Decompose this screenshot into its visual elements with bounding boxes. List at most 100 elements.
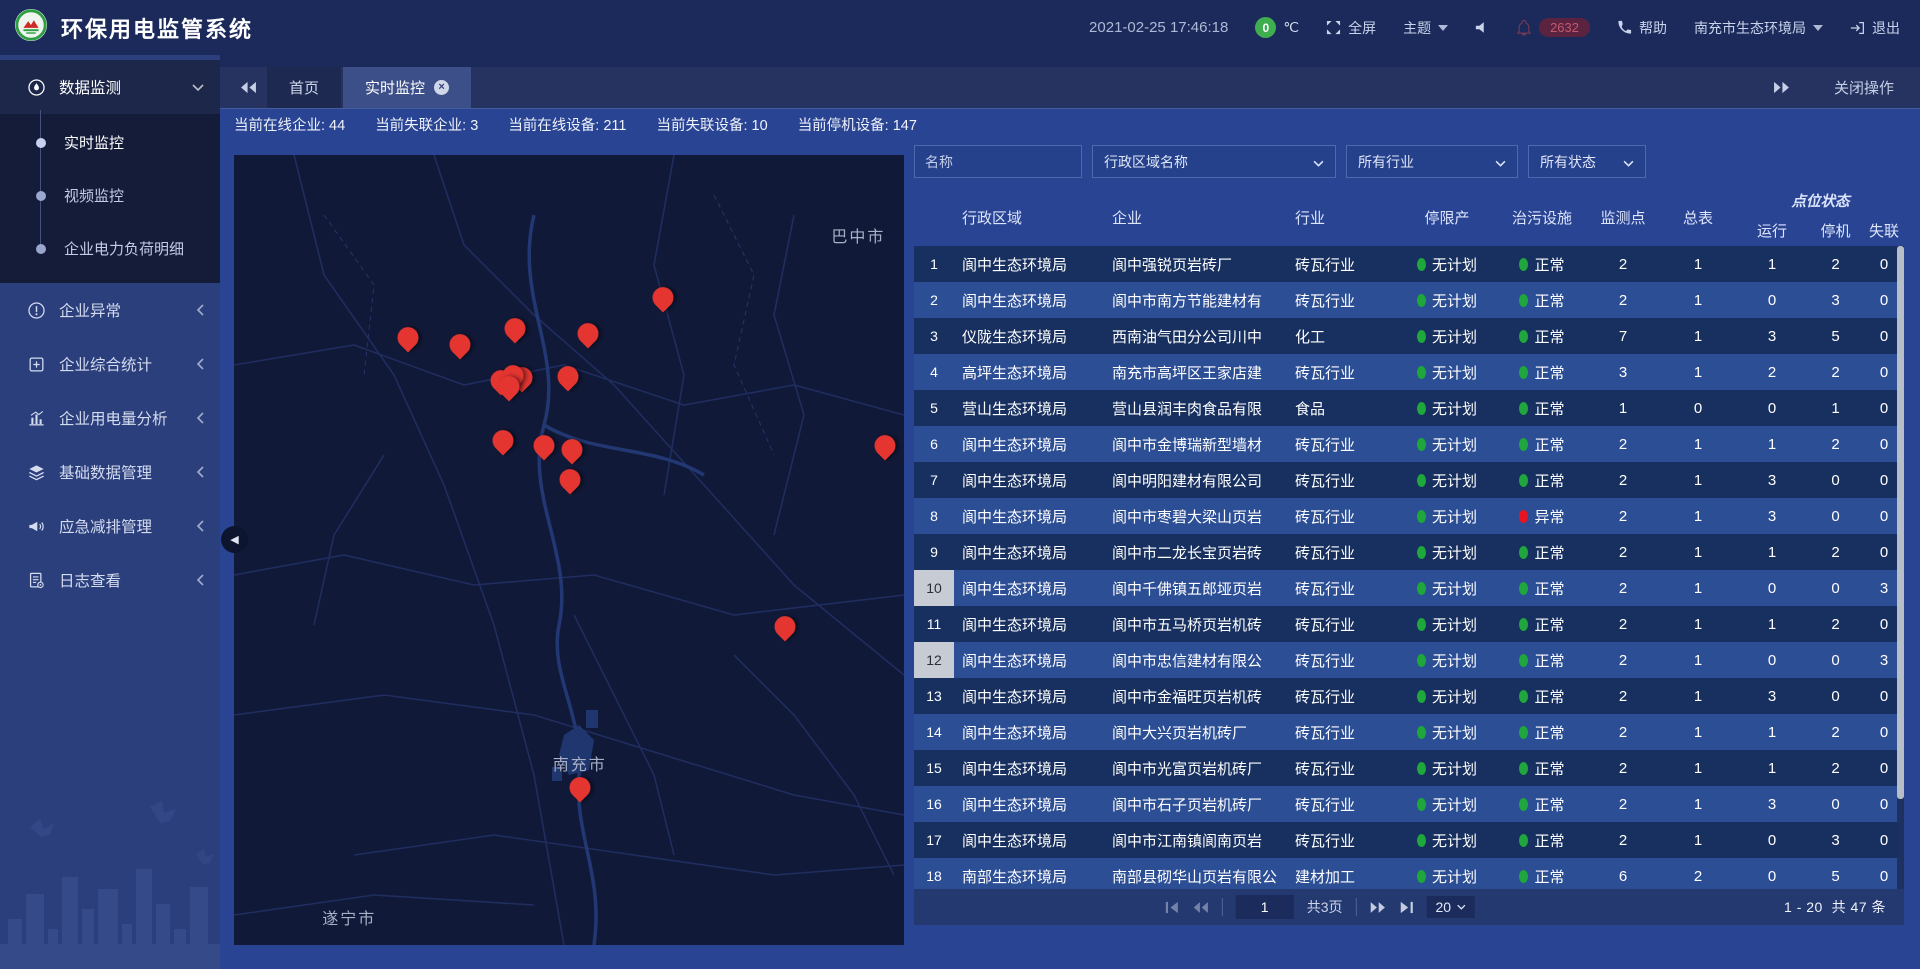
table-row[interactable]: 17阆中生态环境局阆中市江南镇阆南页岩砖瓦行业无计划正常21030 bbox=[914, 822, 1904, 858]
cell-stop-count: 3 bbox=[1807, 282, 1864, 318]
logout-label: 退出 bbox=[1872, 18, 1900, 38]
table-row[interactable]: 12阆中生态环境局阆中市忠信建材有限公砖瓦行业无计划正常21003 bbox=[914, 642, 1904, 678]
table-row[interactable]: 13阆中生态环境局阆中市金福旺页岩机砖砖瓦行业无计划正常21300 bbox=[914, 678, 1904, 714]
cell-run-count: 1 bbox=[1737, 426, 1807, 462]
cell-industry: 砖瓦行业 bbox=[1287, 570, 1397, 606]
table-row[interactable]: 2阆中生态环境局阆中市南方节能建材有砖瓦行业无计划正常21030 bbox=[914, 282, 1904, 318]
table-scrollbar-thumb[interactable] bbox=[1897, 246, 1904, 799]
table-row[interactable]: 9阆中生态环境局阆中市二龙长宝页岩砖砖瓦行业无计划正常21120 bbox=[914, 534, 1904, 570]
cell-stop-count: 2 bbox=[1807, 534, 1864, 570]
table-row[interactable]: 10阆中生态环境局阆中千佛镇五郎垭页岩砖瓦行业无计划正常21003 bbox=[914, 570, 1904, 606]
treatment-label: 正常 bbox=[1534, 326, 1564, 347]
cell-production-status: 无计划 bbox=[1397, 570, 1497, 606]
cell-production-status: 无计划 bbox=[1397, 426, 1497, 462]
table-row[interactable]: 14阆中生态环境局阆中大兴页岩机砖厂砖瓦行业无计划正常21120 bbox=[914, 714, 1904, 750]
chevron-down-icon bbox=[1623, 154, 1634, 170]
user-dropdown[interactable]: 南充市生态环境局 bbox=[1694, 18, 1823, 38]
table-row[interactable]: 1阆中生态环境局阆中强锐页岩砖厂砖瓦行业无计划正常21120 bbox=[914, 246, 1904, 282]
app-title: 环保用电监管系统 bbox=[61, 12, 253, 44]
cell-run-count: 3 bbox=[1737, 318, 1807, 354]
tab-2[interactable]: 实时监控× bbox=[343, 67, 471, 108]
map-canvas[interactable]: 巴中市南充市遂宁市 bbox=[234, 155, 904, 945]
region-select[interactable]: 行政区域名称 bbox=[1092, 145, 1336, 178]
table-row[interactable]: 8阆中生态环境局阆中市枣碧大梁山页岩砖瓦行业无计划异常21300 bbox=[914, 498, 1904, 534]
submenu-dot-icon bbox=[36, 138, 46, 148]
header-cell-4: 停限产 bbox=[1397, 207, 1497, 228]
production-label: 无计划 bbox=[1432, 254, 1477, 275]
notification-button[interactable]: 2632 bbox=[1516, 18, 1590, 37]
cell-treatment-status: 正常 bbox=[1497, 354, 1587, 390]
first-page-button[interactable] bbox=[1165, 901, 1180, 914]
sidebar-item-7[interactable]: 日志查看 bbox=[0, 553, 220, 607]
cell-index: 10 bbox=[914, 570, 954, 606]
theme-dropdown[interactable]: 主题 bbox=[1403, 18, 1448, 38]
chevron-down-icon bbox=[1313, 154, 1324, 170]
status-select[interactable]: 所有状态 bbox=[1528, 145, 1646, 178]
cell-production-status: 无计划 bbox=[1397, 606, 1497, 642]
sidebar-item-4[interactable]: 企业用电量分析 bbox=[0, 391, 220, 445]
industry-select[interactable]: 所有行业 bbox=[1346, 145, 1518, 178]
status-dot-green bbox=[1417, 366, 1426, 379]
cell-industry: 砖瓦行业 bbox=[1287, 534, 1397, 570]
sidebar-item-1[interactable]: 数据监测 bbox=[0, 60, 220, 114]
close-operations-button[interactable]: 关闭操作 bbox=[1834, 77, 1894, 98]
sidebar-item-3[interactable]: 企业综合统计 bbox=[0, 337, 220, 391]
cell-company: 阆中市江南镇阆南页岩 bbox=[1104, 822, 1287, 858]
tab-1[interactable]: 首页 bbox=[267, 67, 341, 108]
table-row[interactable]: 5营山生态环境局营山县润丰肉食品有限食品无计划正常10010 bbox=[914, 390, 1904, 426]
cell-company: 阆中市南方节能建材有 bbox=[1104, 282, 1287, 318]
cell-treatment-status: 正常 bbox=[1497, 678, 1587, 714]
cell-run-count: 0 bbox=[1737, 822, 1807, 858]
cell-company: 阆中市金博瑞新型墙材 bbox=[1104, 426, 1287, 462]
sidebar-item-label: 应急减排管理 bbox=[59, 515, 152, 537]
cell-company: 阆中市金福旺页岩机砖 bbox=[1104, 678, 1287, 714]
last-page-button[interactable] bbox=[1399, 901, 1414, 914]
name-filter-input[interactable] bbox=[914, 145, 1082, 178]
logout-button[interactable]: 退出 bbox=[1850, 18, 1900, 38]
next-page-button[interactable] bbox=[1370, 901, 1386, 914]
table-row[interactable]: 7阆中生态环境局阆中明阳建材有限公司砖瓦行业无计划正常21300 bbox=[914, 462, 1904, 498]
cell-run-count: 1 bbox=[1737, 714, 1807, 750]
sidebar-item-label: 日志查看 bbox=[59, 569, 121, 591]
page-size-select[interactable]: 20 bbox=[1427, 896, 1476, 918]
cell-org: 阆中生态环境局 bbox=[954, 246, 1104, 282]
cell-run-count: 3 bbox=[1737, 462, 1807, 498]
table-row[interactable]: 11阆中生态环境局阆中市五马桥页岩机砖砖瓦行业无计划正常21120 bbox=[914, 606, 1904, 642]
speaker-icon bbox=[1475, 21, 1489, 34]
sidebar-item-6[interactable]: 应急减排管理 bbox=[0, 499, 220, 553]
cell-treatment-status: 异常 bbox=[1497, 498, 1587, 534]
sidebar-item-label: 数据监测 bbox=[59, 76, 121, 98]
sidebar-subitem-2[interactable]: 视频监控 bbox=[0, 169, 220, 222]
content-area: 巴中市南充市遂宁市 ◀ 行政区域名称 所有行业 bbox=[220, 139, 1920, 969]
tab-scroll-left-button[interactable] bbox=[230, 81, 267, 94]
prev-page-button[interactable] bbox=[1193, 901, 1209, 914]
table-row[interactable]: 4高坪生态环境局南充市高坪区王家店建砖瓦行业无计划正常31220 bbox=[914, 354, 1904, 390]
tab-scroll-right-button[interactable] bbox=[1763, 81, 1800, 94]
sidebar-item-2[interactable]: 企业异常 bbox=[0, 283, 220, 337]
map-panel[interactable]: 巴中市南充市遂宁市 ◀ bbox=[234, 155, 904, 945]
production-label: 无计划 bbox=[1432, 686, 1477, 707]
table-header: 行政区域企业行业停限产治污设施监测点总表点位状态运行停机失联 bbox=[914, 188, 1904, 246]
logout-icon bbox=[1850, 21, 1865, 35]
fullscreen-button[interactable]: 全屏 bbox=[1326, 18, 1376, 38]
sidebar-subitem-3[interactable]: 企业电力负荷明细 bbox=[0, 222, 220, 275]
cell-company: 阆中大兴页岩机砖厂 bbox=[1104, 714, 1287, 750]
status-dot-green bbox=[1417, 438, 1426, 451]
table-row[interactable]: 16阆中生态环境局阆中市石子页岩机砖厂砖瓦行业无计划正常21300 bbox=[914, 786, 1904, 822]
help-button[interactable]: 帮助 bbox=[1617, 18, 1667, 38]
sidebar-item-5[interactable]: 基础数据管理 bbox=[0, 445, 220, 499]
mute-button[interactable] bbox=[1475, 21, 1489, 34]
table-row[interactable]: 15阆中生态环境局阆中市光富页岩机砖厂砖瓦行业无计划正常21120 bbox=[914, 750, 1904, 786]
production-label: 无计划 bbox=[1432, 758, 1477, 779]
table-row[interactable]: 6阆中生态环境局阆中市金博瑞新型墙材砖瓦行业无计划正常21120 bbox=[914, 426, 1904, 462]
cell-run-count: 0 bbox=[1737, 282, 1807, 318]
header-subcell-2: 停机 bbox=[1807, 220, 1864, 241]
table-row[interactable]: 18南部生态环境局南部县砌华山页岩有限公建材加工无计划正常62050 bbox=[914, 858, 1904, 889]
table-row[interactable]: 3仪陇生态环境局西南油气田分公司川中化工无计划正常71350 bbox=[914, 318, 1904, 354]
production-label: 无计划 bbox=[1432, 650, 1477, 671]
cell-monitor-count: 1 bbox=[1587, 390, 1659, 426]
sidebar-subitem-1[interactable]: 实时监控 bbox=[0, 116, 220, 169]
page-input[interactable] bbox=[1236, 895, 1294, 919]
table-scrollbar[interactable] bbox=[1897, 246, 1904, 889]
tab-close-icon[interactable]: × bbox=[434, 80, 449, 95]
